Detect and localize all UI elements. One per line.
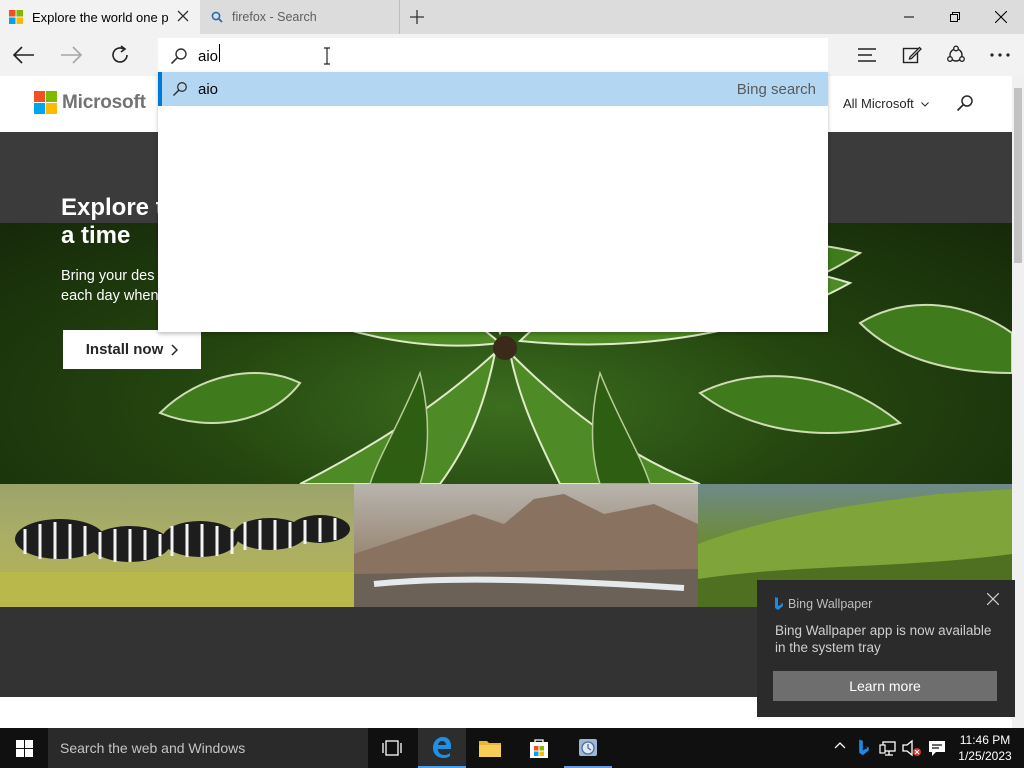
microsoft-logo-icon[interactable] (34, 91, 57, 114)
minimize-button[interactable] (886, 0, 932, 34)
tab-explore[interactable]: Explore the world one p (0, 0, 200, 34)
new-tab-button[interactable] (400, 0, 434, 34)
microsoft-logo-icon (9, 10, 23, 24)
task-view-icon (382, 740, 402, 756)
forward-button[interactable] (48, 34, 94, 76)
bing-tray-icon[interactable] (858, 739, 870, 757)
web-note-icon (902, 46, 922, 64)
navigation-bar: aio (0, 34, 1024, 76)
taskbar-search-placeholder: Search the web and Windows (60, 740, 246, 756)
all-microsoft-label: All Microsoft (843, 96, 914, 111)
search-icon (172, 81, 188, 97)
brand-name[interactable]: Microsoft (62, 92, 146, 114)
hub-button[interactable] (844, 34, 890, 76)
search-icon (211, 11, 223, 23)
search-icon (170, 47, 188, 65)
notifications-icon[interactable] (928, 739, 946, 757)
close-icon (995, 11, 1007, 23)
search-suggestions-dropdown: aio Bing search (158, 72, 828, 332)
share-button[interactable] (933, 34, 979, 76)
plus-icon (410, 10, 424, 24)
chevron-up-icon[interactable] (834, 741, 846, 749)
clock-time: 11:46 PM (959, 733, 1011, 747)
tab-title: firefox - Search (232, 10, 317, 24)
chevron-down-icon (921, 102, 930, 107)
tab-firefox-search[interactable]: firefox - Search (200, 0, 400, 34)
learn-more-button[interactable]: Learn more (773, 671, 997, 701)
suggestion-query: aio (198, 81, 219, 98)
restore-button[interactable] (932, 0, 978, 34)
more-icon (990, 53, 1010, 57)
folder-icon (479, 741, 501, 757)
toast-title: Bing Wallpaper (788, 597, 873, 611)
address-input[interactable]: aio (198, 48, 218, 65)
install-label: Install now (85, 341, 164, 358)
zebra-thumbnail[interactable] (0, 484, 354, 607)
restore-icon (950, 12, 960, 22)
taskbar-file-explorer[interactable] (466, 728, 514, 768)
web-note-button[interactable] (889, 34, 935, 76)
edge-icon (433, 737, 451, 758)
tab-title: Explore the world one p (32, 10, 168, 25)
chevron-right-icon (171, 343, 179, 356)
start-button[interactable] (0, 728, 48, 768)
tab-bar: Explore the world one p firefox - Search (0, 0, 1024, 34)
bing-logo-icon (774, 597, 784, 611)
windows-logo-icon (15, 739, 33, 757)
hub-icon (858, 48, 876, 62)
mountain-thumbnail[interactable] (354, 484, 698, 607)
back-button[interactable] (1, 34, 47, 76)
network-icon[interactable] (879, 739, 897, 757)
all-microsoft-menu[interactable]: All Microsoft (843, 96, 930, 111)
notification-toast: Bing Wallpaper Bing Wallpaper app is now… (757, 580, 1015, 717)
volume-muted-icon[interactable] (902, 739, 922, 757)
refresh-button[interactable] (97, 34, 143, 76)
arrow-right-icon (61, 46, 82, 64)
share-icon (947, 45, 965, 62)
clock-date: 1/25/2023 (958, 749, 1012, 763)
task-view-button[interactable] (368, 728, 416, 768)
taskbar-search-box[interactable]: Search the web and Windows (48, 728, 368, 768)
close-tab-icon[interactable] (176, 9, 190, 23)
taskbar: Search the web and Windows 11:46 PM 1/25… (0, 728, 1024, 768)
store-icon (530, 739, 548, 758)
arrow-left-icon (13, 46, 34, 64)
address-bar[interactable]: aio (158, 38, 828, 72)
text-cursor-icon (322, 47, 332, 65)
close-toast-icon[interactable] (987, 593, 999, 605)
text-caret (219, 44, 220, 62)
taskbar-clock[interactable]: 11:46 PM 1/25/2023 (948, 732, 1022, 764)
suggestion-source: Bing search (736, 81, 816, 98)
more-button[interactable] (977, 34, 1023, 76)
taskbar-edge-app[interactable] (418, 728, 466, 768)
close-window-button[interactable] (978, 0, 1024, 34)
minimize-icon (904, 16, 914, 18)
install-now-button[interactable]: Install now (63, 330, 201, 369)
scrollbar-thumb[interactable] (1014, 88, 1022, 263)
taskbar-app[interactable] (564, 728, 612, 768)
app-icon (579, 739, 597, 756)
refresh-icon (112, 45, 128, 63)
site-search-icon[interactable] (956, 94, 974, 112)
taskbar-store[interactable] (515, 728, 563, 768)
suggestion-item[interactable]: aio Bing search (158, 72, 828, 106)
toast-message: Bing Wallpaper app is now available in t… (775, 623, 992, 655)
